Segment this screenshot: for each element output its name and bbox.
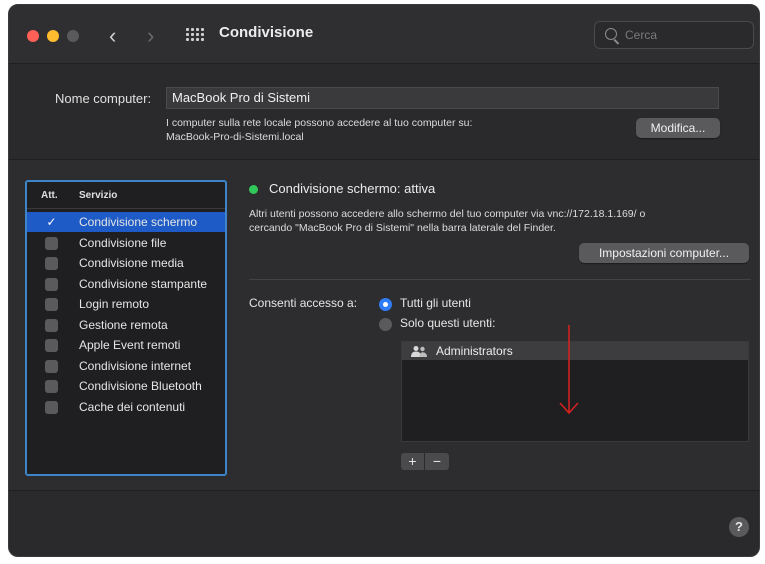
- checkmark-icon[interactable]: ✓: [45, 216, 58, 229]
- service-checkbox[interactable]: [45, 401, 58, 414]
- service-label: Cache dei contenuti: [79, 400, 186, 414]
- service-checkbox[interactable]: [45, 380, 58, 393]
- group-icon: [411, 346, 427, 357]
- service-label: Apple Event remoti: [79, 338, 181, 352]
- services-list: Att. Servizio ✓ Condivisione schermo Con…: [25, 180, 227, 476]
- service-row-remote-management[interactable]: Gestione remota: [27, 315, 225, 335]
- service-row-remote-login[interactable]: Login remoto: [27, 294, 225, 314]
- computer-name-field[interactable]: MacBook Pro di Sistemi: [166, 87, 719, 109]
- title-bar: ‹ › Condivisione Cerca: [9, 5, 759, 64]
- zoom-button[interactable]: [67, 30, 79, 42]
- service-checkbox[interactable]: [45, 278, 58, 291]
- service-row-bluetooth-sharing[interactable]: Condivisione Bluetooth: [27, 376, 225, 396]
- remove-user-button[interactable]: −: [425, 453, 449, 470]
- sharing-window: ‹ › Condivisione Cerca Nome computer: Ma…: [8, 4, 760, 557]
- service-label: Condivisione file: [79, 236, 167, 250]
- service-label: Gestione remota: [79, 318, 168, 332]
- address-hostname: MacBook-Pro-di-Sistemi.local: [166, 131, 304, 143]
- service-checkbox[interactable]: [45, 319, 58, 332]
- edit-name-button[interactable]: Modifica...: [636, 118, 720, 138]
- service-row-file-sharing[interactable]: Condivisione file: [27, 233, 225, 253]
- status-indicator-icon: [249, 185, 258, 194]
- search-input[interactable]: Cerca: [594, 21, 754, 49]
- minimize-button[interactable]: [47, 30, 59, 42]
- forward-button[interactable]: ›: [147, 22, 154, 50]
- service-label: Condivisione media: [79, 256, 184, 270]
- services-list-header: Att. Servizio: [27, 182, 225, 209]
- service-row-media-sharing[interactable]: Condivisione media: [27, 253, 225, 273]
- show-all-grid-icon[interactable]: [186, 28, 204, 42]
- radio-all-users-label[interactable]: Tutti gli utenti: [400, 296, 471, 310]
- address-info-line: I computer sulla rete locale possono acc…: [166, 117, 473, 129]
- user-group-name: Administrators: [436, 344, 513, 358]
- status-description: Altri utenti possono accedere allo scher…: [249, 207, 719, 235]
- computer-name-label: Nome computer:: [55, 91, 152, 106]
- computer-address-info: I computer sulla rete locale possono acc…: [166, 116, 586, 144]
- computer-settings-button[interactable]: Impostazioni computer...: [579, 243, 749, 263]
- service-row-remote-apple-events[interactable]: Apple Event remoti: [27, 335, 225, 355]
- description-line: cercando "MacBook Pro di Sistemi" nella …: [249, 222, 556, 234]
- service-label: Login remoto: [79, 297, 150, 311]
- search-placeholder: Cerca: [625, 28, 658, 42]
- window-title: Condivisione: [219, 24, 314, 41]
- service-label: Condivisione schermo: [79, 215, 198, 229]
- access-label: Consenti accesso a:: [249, 296, 358, 310]
- service-row-printer-sharing[interactable]: Condivisione stampante: [27, 274, 225, 294]
- detail-divider: [249, 279, 751, 280]
- description-line: Altri utenti possono accedere allo scher…: [249, 208, 646, 220]
- service-row-screen-sharing[interactable]: ✓ Condivisione schermo: [27, 212, 225, 232]
- service-checkbox[interactable]: [45, 339, 58, 352]
- radio-only-these-users[interactable]: [379, 318, 392, 331]
- service-row-content-caching[interactable]: Cache dei contenuti: [27, 397, 225, 417]
- status-text: Condivisione schermo: attiva: [269, 181, 436, 196]
- search-icon: [605, 28, 617, 40]
- service-checkbox[interactable]: [45, 298, 58, 311]
- help-button[interactable]: ?: [729, 517, 749, 537]
- bottom-divider: [9, 490, 759, 491]
- header-service: Servizio: [79, 190, 118, 201]
- radio-only-these-users-label[interactable]: Solo questi utenti:: [400, 316, 495, 330]
- annotation-arrow-icon: [559, 325, 579, 415]
- service-label: Condivisione stampante: [79, 277, 208, 291]
- service-checkbox[interactable]: [45, 360, 58, 373]
- add-remove-control: + −: [401, 453, 449, 470]
- service-checkbox[interactable]: [45, 237, 58, 250]
- header-att: Att.: [41, 190, 58, 201]
- service-label: Condivisione Bluetooth: [79, 379, 202, 393]
- radio-all-users[interactable]: [379, 298, 392, 311]
- close-button[interactable]: [27, 30, 39, 42]
- service-checkbox[interactable]: [45, 257, 58, 270]
- service-row-internet-sharing[interactable]: Condivisione internet: [27, 356, 225, 376]
- back-button[interactable]: ‹: [109, 22, 116, 50]
- add-user-button[interactable]: +: [401, 453, 425, 470]
- service-label: Condivisione internet: [79, 359, 192, 373]
